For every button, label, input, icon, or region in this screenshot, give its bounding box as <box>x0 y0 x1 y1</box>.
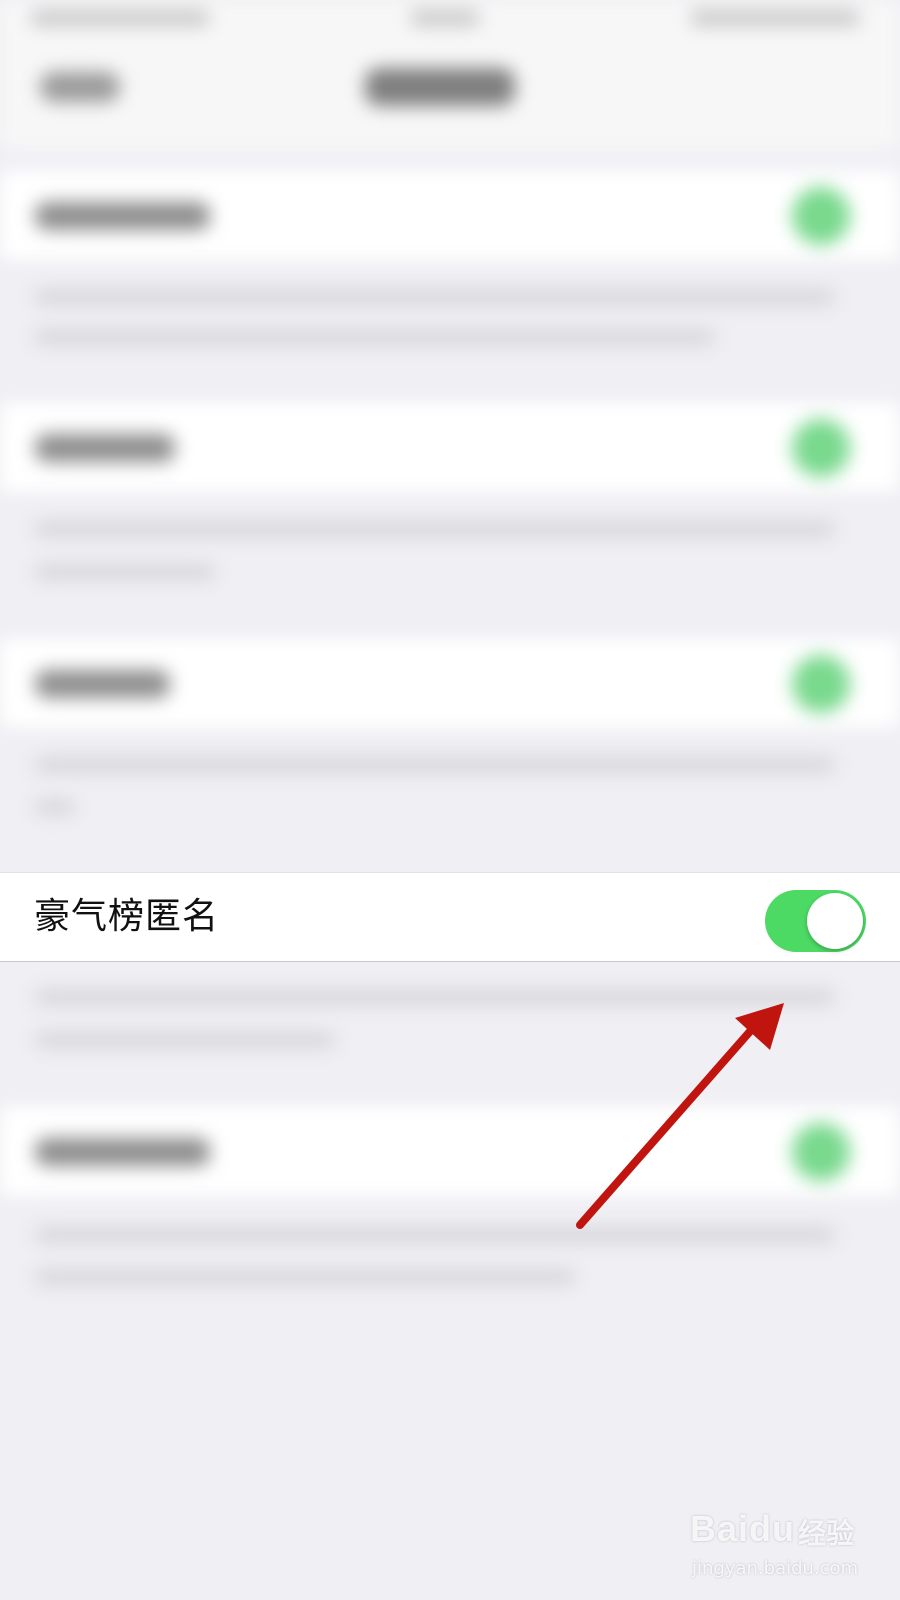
settings-row-description <box>35 522 835 536</box>
settings-row-description <box>35 1270 575 1284</box>
anonymous-ranking-label: 豪气榜匿名 <box>34 896 220 937</box>
watermark-product: 经验 <box>798 1517 855 1550</box>
toggle-knob <box>807 893 863 949</box>
toggle-switch[interactable] <box>792 1123 850 1181</box>
toggle-switch[interactable] <box>792 187 850 245</box>
settings-row-label <box>35 670 170 698</box>
settings-row-label <box>35 434 175 462</box>
settings-row-description <box>35 1228 835 1242</box>
nav-title <box>365 68 515 106</box>
nav-bar <box>0 0 900 150</box>
status-bar-carrier <box>30 10 210 26</box>
settings-row-description <box>35 1033 335 1047</box>
settings-row-description <box>35 330 715 344</box>
status-bar-battery <box>690 10 860 26</box>
settings-row-label <box>35 202 210 230</box>
status-bar-time <box>410 10 480 26</box>
anonymous-ranking-toggle[interactable] <box>765 890 866 952</box>
settings-row[interactable] <box>0 1106 900 1196</box>
toggle-switch[interactable] <box>792 655 850 713</box>
blurred-background <box>0 0 900 1600</box>
settings-row[interactable] <box>0 638 900 728</box>
watermark-url: jingyan.baidu.com <box>692 1558 859 1579</box>
settings-row[interactable] <box>0 170 900 260</box>
baidu-watermark: Baidu 经验 jingyan.baidu.com <box>690 1500 880 1590</box>
settings-row-description <box>35 800 75 814</box>
settings-row-description <box>35 565 215 579</box>
toggle-switch[interactable] <box>792 419 850 477</box>
back-button[interactable] <box>40 72 120 102</box>
settings-row-description <box>35 290 835 304</box>
settings-row-label <box>35 1138 210 1166</box>
watermark-brand: Baidu <box>690 1508 796 1549</box>
settings-row[interactable] <box>0 402 900 492</box>
anonymous-ranking-row[interactable]: 豪气榜匿名 <box>0 872 900 962</box>
settings-row-description <box>35 990 835 1004</box>
settings-row-description <box>35 758 835 772</box>
